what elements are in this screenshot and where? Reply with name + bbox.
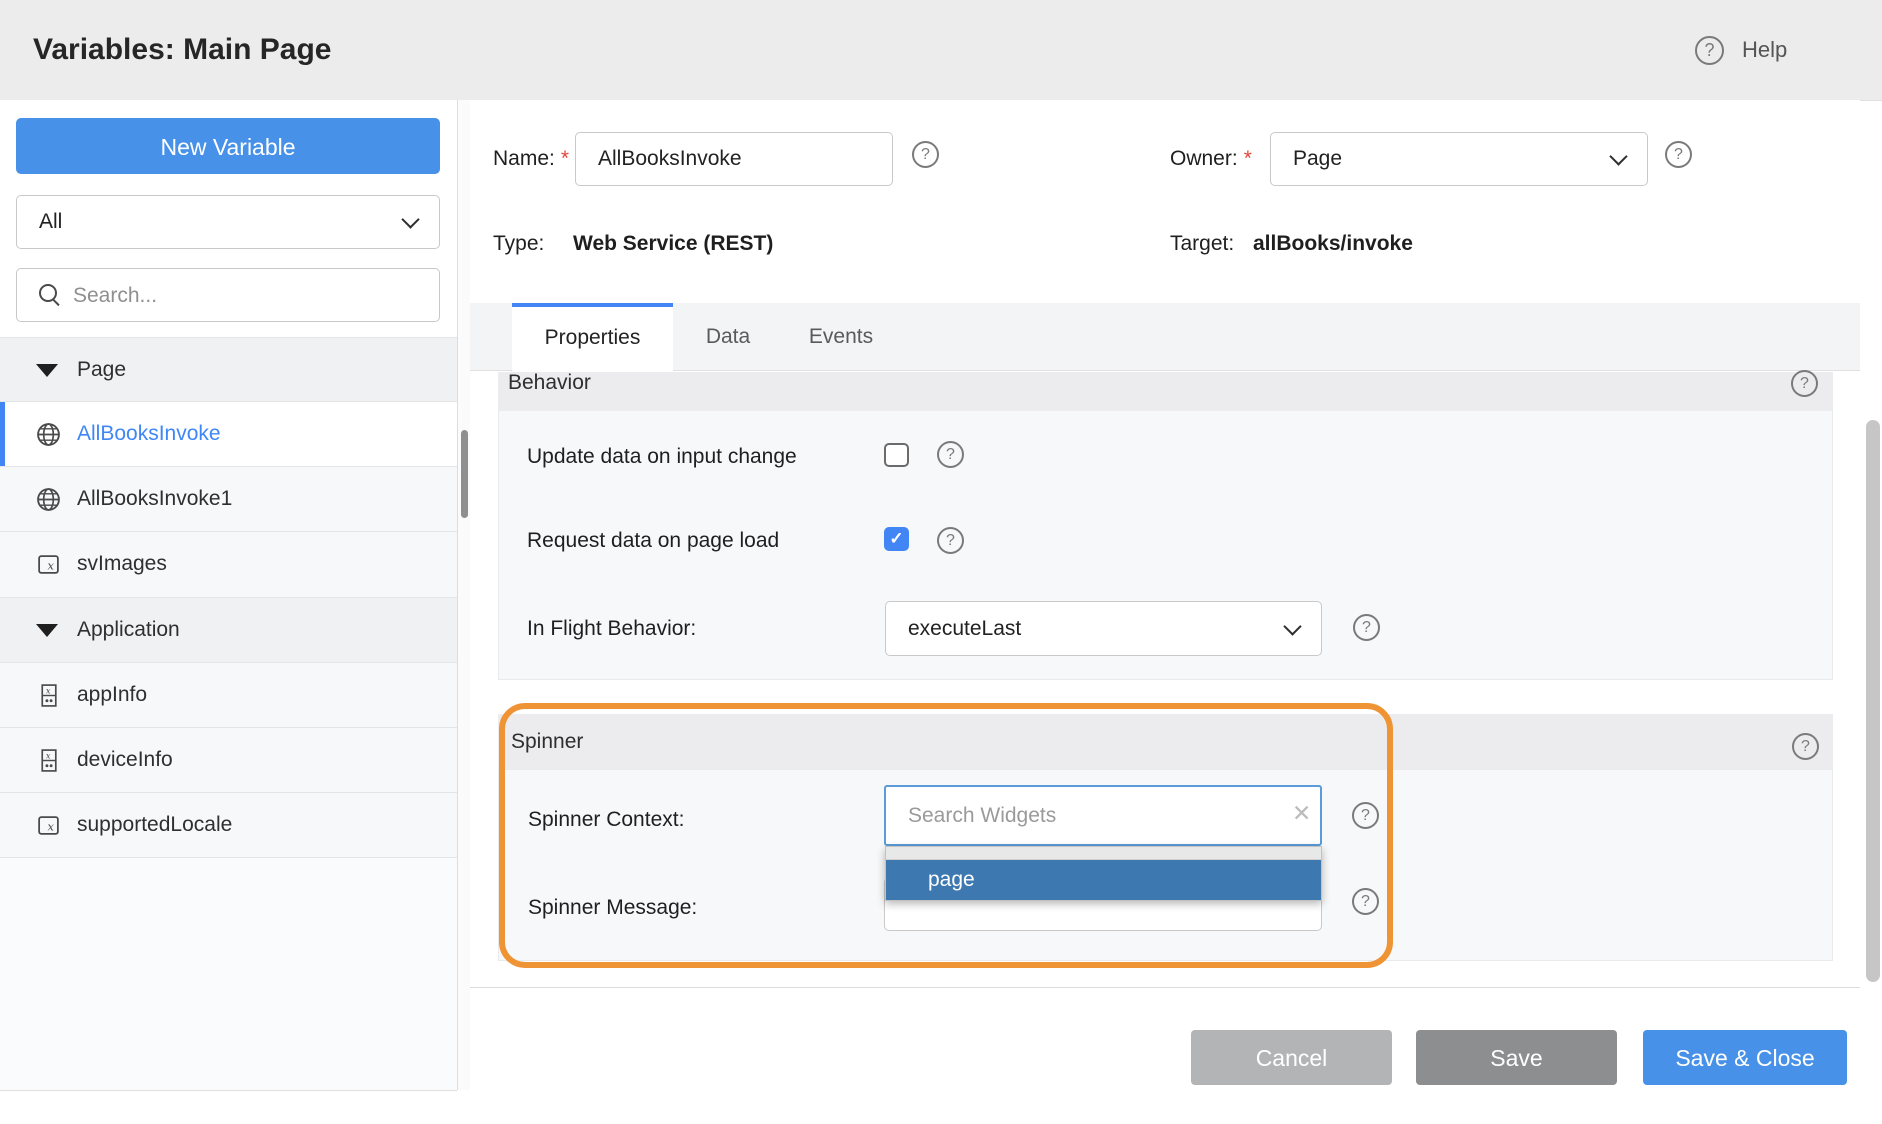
tab-events[interactable]: Events [788,303,894,371]
group-label: Application [77,598,180,662]
collapse-triangle-icon[interactable] [36,624,58,637]
variables-dialog: Variables: Main Page ? Help New Variable… [0,0,1882,1124]
spinner-context-help-icon[interactable]: ? [1352,802,1379,829]
behavior-section-header: Behavior [498,372,1833,411]
page-title: Variables: Main Page [33,0,331,100]
static-variable-icon: x [36,813,61,838]
variable-filter-select[interactable]: All [16,195,440,249]
svg-text:x: x [46,685,51,695]
type-value: Web Service (REST) [573,232,773,256]
update-on-input-label: Update data on input change [527,445,797,469]
dropdown-scroll-strip [886,847,1321,860]
editor-tabbar: Properties Data Events [470,303,1860,371]
request-on-load-label: Request data on page load [527,529,779,553]
inflight-help-icon[interactable]: ? [1353,614,1380,641]
sidebar-scrollbar[interactable] [457,100,470,1090]
static-variable-icon: x [36,552,61,577]
spinner-context-label: Spinner Context: [528,808,684,832]
model-variable-icon: x [36,683,61,708]
dropdown-option-page[interactable]: page [886,860,1321,900]
variable-editor: Name:* ? Owner:* Page ? Type: Web Servic… [470,100,1860,1124]
sidebar-item-svimages[interactable]: x svImages [0,532,457,598]
variable-label: appInfo [77,663,147,727]
name-label: Name:* [493,147,569,171]
sidebar-item-allbooksinvoke1[interactable]: AllBooksInvoke1 [0,467,457,532]
save-and-close-button[interactable]: Save & Close [1643,1030,1847,1085]
variable-label: supportedLocale [77,793,232,857]
spinner-context-input[interactable] [884,785,1322,846]
type-label: Type: [493,232,544,256]
webservice-globe-icon [36,422,61,447]
sidebar-group-application[interactable]: Application [0,598,457,663]
svg-text:x: x [47,559,54,573]
owner-select[interactable]: Page [1270,132,1648,186]
target-value: allBooks/invoke [1253,232,1413,256]
selected-indicator [0,402,5,466]
spinner-help-icon[interactable]: ? [1792,733,1819,760]
request-on-load-help-icon[interactable]: ? [937,527,964,554]
variable-label: deviceInfo [77,728,173,792]
required-asterisk: * [555,147,569,170]
sidebar-search[interactable] [16,268,440,322]
chevron-down-icon [1283,617,1301,635]
owner-label: Owner:* [1170,147,1252,171]
spinner-section-header: Spinner [498,714,1833,770]
inflight-value: executeLast [908,602,1021,655]
target-label: Target: [1170,232,1234,256]
dialog-header: Variables: Main Page ? Help [0,0,1882,101]
name-help-icon[interactable]: ? [912,141,939,168]
sidebar-item-deviceinfo[interactable]: x deviceInfo [0,728,457,793]
sidebar-scrollbar-thumb[interactable] [461,430,468,518]
spinner-section-title: Spinner [511,714,583,770]
group-label: Page [77,338,126,402]
required-asterisk: * [1238,147,1252,170]
chevron-down-icon [1609,147,1627,165]
collapse-triangle-icon[interactable] [36,364,58,377]
spinner-message-help-icon[interactable]: ? [1352,888,1379,915]
new-variable-button[interactable]: New Variable [16,118,440,174]
svg-text:x: x [46,750,51,760]
save-button[interactable]: Save [1416,1030,1617,1085]
search-icon [39,284,57,302]
tab-properties[interactable]: Properties [512,303,673,371]
footer-divider [470,987,1860,988]
variables-sidebar: New Variable All Page AllBooksInvoke [0,100,457,1091]
update-on-input-checkbox[interactable] [884,443,909,467]
behavior-help-icon[interactable]: ? [1791,370,1818,397]
inflight-select[interactable]: executeLast [885,601,1322,656]
request-on-load-checkbox[interactable]: ✓ [884,527,909,551]
clear-icon[interactable]: ✕ [1292,800,1311,827]
tab-data[interactable]: Data [668,303,788,371]
cancel-button[interactable]: Cancel [1191,1030,1392,1085]
variable-label: AllBooksInvoke1 [77,467,232,531]
webservice-globe-icon [36,487,61,512]
name-input[interactable] [575,132,893,186]
owner-help-icon[interactable]: ? [1665,141,1692,168]
search-input[interactable] [71,270,425,322]
filter-value: All [39,196,62,248]
window-scrollbar-thumb[interactable] [1866,420,1880,982]
spinner-context-dropdown: page [885,846,1322,901]
svg-text:x: x [47,820,54,834]
behavior-section-title: Behavior [508,372,591,398]
sidebar-item-appinfo[interactable]: x appInfo [0,663,457,728]
owner-value: Page [1293,133,1342,185]
variable-label: svImages [77,532,167,596]
help-icon[interactable]: ? [1695,36,1724,65]
sidebar-item-supportedlocale[interactable]: x supportedLocale [0,793,457,858]
sidebar-group-page[interactable]: Page [0,337,457,402]
variable-label: AllBooksInvoke [77,402,221,466]
sidebar-empty-area [0,858,457,1090]
sidebar-item-allbooksinvoke[interactable]: AllBooksInvoke [0,402,457,467]
spinner-message-label: Spinner Message: [528,896,697,920]
update-on-input-help-icon[interactable]: ? [937,441,964,468]
model-variable-icon: x [36,748,61,773]
chevron-down-icon [401,210,419,228]
help-link[interactable]: Help [1742,0,1787,100]
inflight-label: In Flight Behavior: [527,617,696,641]
